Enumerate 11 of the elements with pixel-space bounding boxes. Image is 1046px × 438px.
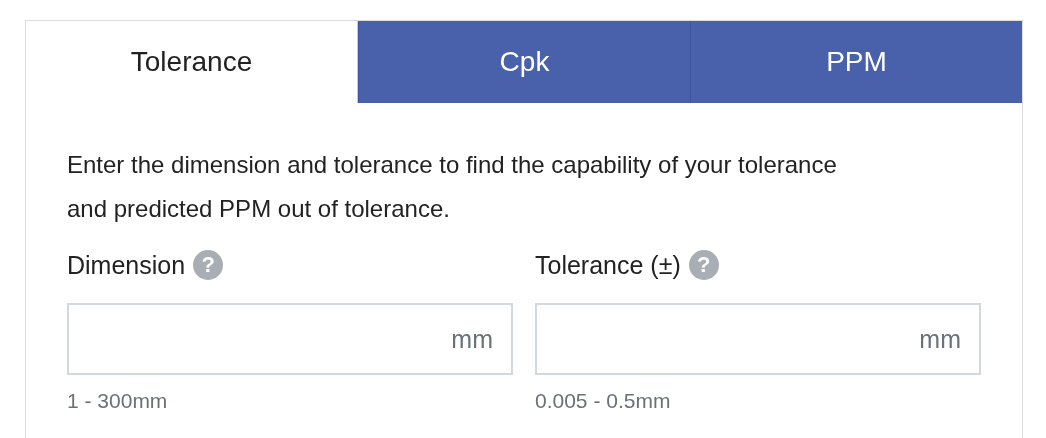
input-field[interactable]: mm [535, 303, 981, 375]
field-label: Tolerance (±) [535, 250, 681, 280]
unit-label: mm [919, 324, 961, 354]
range-hint: 1 - 300mm [67, 389, 169, 413]
field-label: Dimension [67, 250, 186, 280]
tab[interactable]: PPM [690, 21, 1022, 103]
intro-text: Enter the dimension and tolerance to find the capability of your tolerance and predicted PPM out of tolerance. [67, 150, 838, 224]
range-hint: 0.005 - 0.5mm [535, 389, 672, 413]
tab[interactable]: Cpk [358, 21, 690, 103]
unit-label: mm [451, 324, 493, 354]
input-field[interactable]: mm [67, 303, 513, 375]
